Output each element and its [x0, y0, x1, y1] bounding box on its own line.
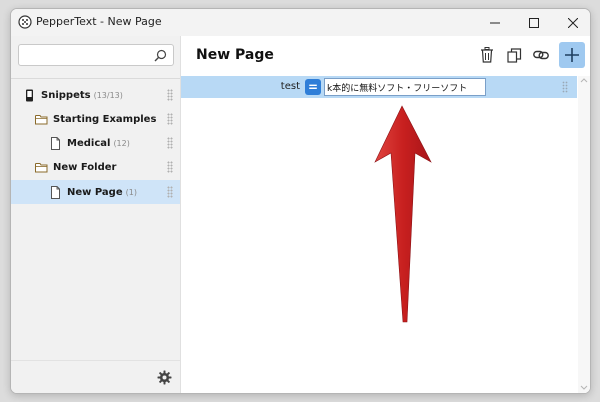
sidebar-footer-divider [11, 360, 180, 361]
search-input[interactable] [24, 47, 156, 68]
pepper-app-icon [18, 15, 32, 29]
folder-icon [35, 114, 48, 124]
sidebar-divider [11, 78, 180, 79]
tree-item-medical[interactable]: Medical (12) [11, 131, 180, 155]
maximize-icon [529, 17, 539, 28]
tree-item-count: (1) [125, 187, 137, 197]
document-icon [51, 136, 60, 150]
drag-handle[interactable] [167, 161, 173, 173]
drag-handle[interactable] [167, 113, 173, 125]
minimize-icon [490, 22, 500, 23]
folder-icon [35, 162, 48, 172]
window-title: PepperText - New Page [36, 15, 162, 28]
tree-item-count: (12) [113, 138, 130, 148]
app-window: PepperText - New Page Snippets (13/13) S… [10, 8, 591, 394]
tree-item-starting-examples[interactable]: Starting Examples [11, 107, 180, 131]
tree-item-new-page[interactable]: New Page (1) [11, 180, 180, 204]
close-icon [568, 17, 578, 28]
tree-item-snippets[interactable]: Snippets (13/13) [11, 83, 180, 107]
tree-item-label: Starting Examples [53, 113, 157, 125]
drag-handle[interactable] [167, 89, 173, 101]
search-box[interactable] [18, 44, 174, 68]
tree-item-new-folder[interactable]: New Folder [11, 155, 180, 179]
close-button[interactable] [550, 9, 590, 36]
document-icon [51, 185, 60, 199]
tree-item-label: Medical [67, 137, 111, 149]
title-bar: PepperText - New Page [11, 9, 590, 36]
gear-icon[interactable] [157, 370, 172, 385]
main-panel: New Page test = k本的に無料ソフト・フリーソフト [181, 36, 590, 393]
phone-icon [26, 89, 33, 101]
annotation-arrow-icon [374, 105, 432, 323]
tree-item-count: (13/13) [93, 90, 123, 100]
drag-handle[interactable] [167, 186, 173, 198]
drag-handle[interactable] [167, 137, 173, 149]
tree-item-label: New Page [67, 186, 123, 198]
search-icon[interactable] [154, 49, 167, 62]
tree-item-label: Snippets [41, 89, 91, 101]
sidebar: Snippets (13/13) Starting Examples Medic… [11, 36, 181, 393]
tree-item-label: New Folder [53, 161, 117, 173]
